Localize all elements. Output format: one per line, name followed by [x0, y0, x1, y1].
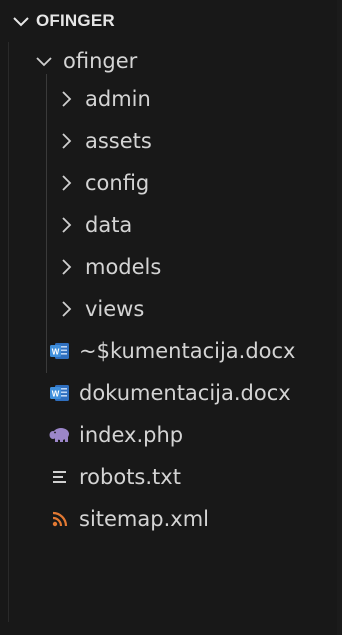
file-tree: ofinger admin assets config data models … [8, 42, 337, 622]
file-item[interactable]: sitemap.xml [9, 500, 337, 538]
file-label: sitemap.xml [79, 507, 209, 531]
php-elephant-icon [49, 424, 71, 446]
chevron-right-icon [55, 88, 77, 110]
file-label: ~$kumentacija.docx [79, 339, 296, 363]
svg-text:W: W [52, 348, 60, 357]
workspace-title: OFINGER [36, 11, 115, 30]
folder-admin[interactable]: admin [9, 80, 337, 118]
folder-label: models [85, 255, 162, 279]
file-label: index.php [79, 423, 184, 447]
chevron-down-icon [10, 10, 32, 32]
chevron-right-icon [55, 256, 77, 278]
folder-label: ofinger [63, 49, 138, 73]
text-lines-icon [49, 466, 71, 488]
folder-views[interactable]: views [9, 290, 337, 328]
folder-data[interactable]: data [9, 206, 337, 244]
file-label: dokumentacija.docx [79, 381, 291, 405]
chevron-right-icon [55, 298, 77, 320]
folder-models[interactable]: models [9, 248, 337, 286]
folder-assets[interactable]: assets [9, 122, 337, 160]
chevron-right-icon [55, 172, 77, 194]
folder-label: assets [85, 129, 152, 153]
folder-label: admin [85, 87, 151, 111]
explorer-panel: OFINGER ofinger admin assets config data… [0, 0, 337, 635]
file-item[interactable]: W ~$kumentacija.docx [9, 332, 337, 370]
file-label: robots.txt [79, 465, 181, 489]
folder-label: data [85, 213, 133, 237]
folder-label: views [85, 297, 145, 321]
folder-label: config [85, 171, 150, 195]
chevron-down-icon [33, 50, 55, 72]
file-item[interactable]: robots.txt [9, 458, 337, 496]
file-item[interactable]: W dokumentacija.docx [9, 374, 337, 412]
chevron-right-icon [55, 130, 77, 152]
rss-icon [49, 508, 71, 530]
file-item[interactable]: index.php [9, 416, 337, 454]
chevron-right-icon [55, 214, 77, 236]
word-doc-icon: W [49, 340, 71, 362]
workspace-header[interactable]: OFINGER [0, 0, 337, 42]
svg-text:W: W [52, 390, 60, 399]
folder-config[interactable]: config [9, 164, 337, 202]
word-doc-icon: W [49, 382, 71, 404]
folder-ofinger[interactable]: ofinger [9, 42, 337, 80]
